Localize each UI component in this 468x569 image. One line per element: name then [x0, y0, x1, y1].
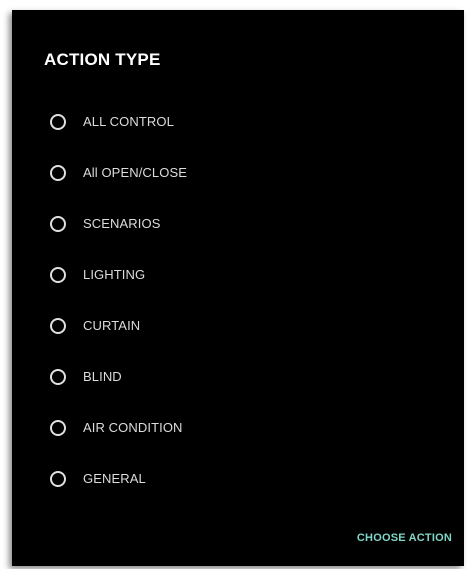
- choose-action-button[interactable]: CHOOSE ACTION: [357, 532, 452, 544]
- radio-icon[interactable]: [50, 267, 66, 283]
- radio-icon[interactable]: [50, 165, 66, 181]
- option-label: BLIND: [83, 369, 122, 384]
- option-all-open-close[interactable]: All OPEN/CLOSE: [50, 165, 430, 216]
- option-label: LIGHTING: [83, 267, 146, 282]
- action-type-dialog: ACTION TYPE ALL CONTROL All OPEN/CLOSE S…: [12, 10, 464, 566]
- radio-icon[interactable]: [50, 369, 66, 385]
- option-blind[interactable]: BLIND: [50, 369, 430, 420]
- option-label: CURTAIN: [83, 318, 141, 333]
- option-label: GENERAL: [83, 471, 146, 486]
- option-general[interactable]: GENERAL: [50, 471, 430, 522]
- option-lighting[interactable]: LIGHTING: [50, 267, 430, 318]
- radio-icon[interactable]: [50, 318, 66, 334]
- option-curtain[interactable]: CURTAIN: [50, 318, 430, 369]
- radio-icon[interactable]: [50, 114, 66, 130]
- option-air-condition[interactable]: AIR CONDITION: [50, 420, 430, 471]
- option-label: All OPEN/CLOSE: [83, 165, 187, 180]
- radio-icon[interactable]: [50, 471, 66, 487]
- radio-icon[interactable]: [50, 216, 66, 232]
- action-type-radio-group: ALL CONTROL All OPEN/CLOSE SCENARIOS LIG…: [50, 114, 430, 522]
- dialog-title: ACTION TYPE: [44, 50, 161, 69]
- option-label: ALL CONTROL: [83, 114, 174, 129]
- option-label: SCENARIOS: [83, 216, 161, 231]
- option-scenarios[interactable]: SCENARIOS: [50, 216, 430, 267]
- radio-icon[interactable]: [50, 420, 66, 436]
- option-all-control[interactable]: ALL CONTROL: [50, 114, 430, 165]
- option-label: AIR CONDITION: [83, 420, 183, 435]
